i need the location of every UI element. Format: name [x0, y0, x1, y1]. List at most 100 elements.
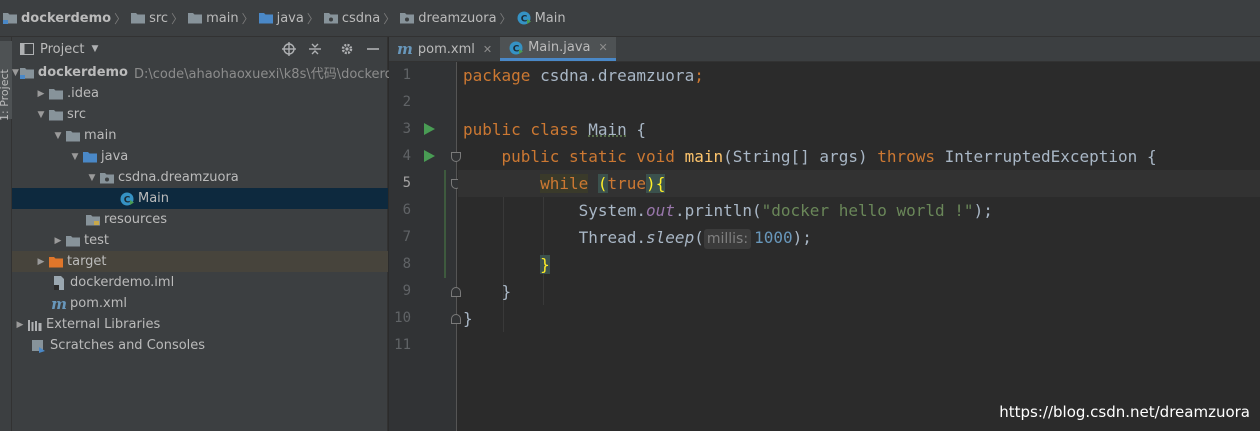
- project-panel: Project ▼ ▼ dockerdemo D:\code\ahaohaoxu…: [12, 37, 422, 431]
- collapse-icon[interactable]: [307, 41, 323, 57]
- breadcrumb-item-csdna[interactable]: csdna: [323, 8, 380, 28]
- code-line-8: }: [540, 255, 550, 274]
- tree-item-label: Scratches and Consoles: [50, 338, 206, 353]
- breadcrumb-item-main[interactable]: main: [187, 8, 239, 28]
- tree-item-external-libraries[interactable]: ▶ External Libraries: [12, 314, 388, 335]
- tree-item-path: D:\code\ahaohaoxuexi\k8s\代码\dockerdemo: [134, 67, 422, 82]
- java-class-icon: C: [509, 41, 524, 54]
- breadcrumb-item-dreamzuora[interactable]: dreamzuora: [399, 8, 497, 28]
- code-line-9: }: [501, 282, 512, 301]
- gear-icon[interactable]: [339, 41, 355, 57]
- line-number: 9: [402, 283, 411, 299]
- expand-arrow-icon[interactable]: ▼: [68, 152, 82, 162]
- tree-item-test[interactable]: ▶ test: [12, 230, 388, 251]
- java-class-icon: C: [119, 192, 135, 206]
- tree-item-main-folder[interactable]: ▼ main: [12, 125, 388, 146]
- module-folder-icon: [19, 66, 35, 80]
- tab-main-java[interactable]: C Main.java ✕: [500, 37, 616, 61]
- tree-item-main-class[interactable]: C Main: [12, 188, 388, 209]
- resources-folder-icon: [85, 213, 101, 227]
- tree-item-pom[interactable]: m pom.xml: [12, 293, 388, 314]
- libraries-icon: [27, 318, 43, 332]
- line-number: 3: [402, 121, 411, 137]
- change-marker: [444, 170, 446, 278]
- maven-icon: m: [51, 294, 67, 313]
- line-number: 6: [402, 202, 411, 218]
- tree-item-label: main: [84, 128, 117, 143]
- tab-pom-xml[interactable]: m pom.xml ✕: [389, 37, 500, 61]
- project-tool-tab[interactable]: 1: Project: [0, 41, 12, 121]
- line-number: 1: [402, 67, 411, 83]
- run-class-icon[interactable]: [424, 123, 435, 135]
- tree-item-dockerdemo[interactable]: ▼ dockerdemo D:\code\ahaohaoxuexi\k8s\代码…: [12, 62, 422, 83]
- watermark: https://blog.csdn.net/dreamzuora: [999, 403, 1250, 421]
- run-main-icon[interactable]: [424, 150, 435, 162]
- project-view-icon: [20, 43, 34, 55]
- breadcrumb-item-src[interactable]: src: [130, 8, 168, 28]
- parameter-hint: millis:: [703, 229, 752, 249]
- tool-window-strip: 1: Project: [0, 37, 12, 431]
- project-panel-header: Project ▼: [12, 37, 387, 61]
- locate-icon[interactable]: [281, 41, 297, 57]
- tree-item-label: resources: [104, 212, 168, 227]
- svg-text:C: C: [124, 195, 131, 205]
- svg-text:C: C: [520, 15, 527, 25]
- expand-arrow-icon[interactable]: ▼: [85, 173, 99, 183]
- hide-icon[interactable]: [365, 41, 381, 57]
- tree-item-target[interactable]: ▶ target: [12, 251, 388, 272]
- breadcrumb-item-main-class[interactable]: C Main: [516, 8, 566, 28]
- tree-item-label: test: [84, 233, 109, 248]
- tree-item-java[interactable]: ▼ java: [12, 146, 388, 167]
- collapse-arrow-icon[interactable]: ▶: [13, 320, 27, 330]
- tree-item-iml[interactable]: dockerdemo.iml: [12, 272, 388, 293]
- tree-item-package[interactable]: ▼ csdna.dreamzuora: [12, 167, 388, 188]
- collapse-arrow-icon[interactable]: ▶: [51, 236, 65, 246]
- tree-item-src[interactable]: ▼ src: [12, 104, 388, 125]
- collapse-arrow-icon[interactable]: ▶: [34, 257, 48, 267]
- expand-arrow-icon[interactable]: ▼: [51, 131, 65, 141]
- tree-item-label: External Libraries: [46, 317, 161, 332]
- excluded-folder-icon: [48, 255, 64, 269]
- breadcrumb-item-java[interactable]: java: [258, 8, 304, 28]
- chevron-down-icon: ▼: [91, 44, 99, 54]
- tree-item-label: java: [101, 149, 129, 164]
- package-folder-icon: [323, 13, 338, 24]
- folder-icon: [131, 13, 146, 24]
- project-view-selector[interactable]: Project ▼: [20, 42, 98, 57]
- code-editor[interactable]: package csdna.dreamzuora; public class M…: [458, 62, 1260, 431]
- tree-item-scratches[interactable]: Scratches and Consoles: [12, 335, 388, 356]
- source-folder-icon: [82, 150, 98, 164]
- tree-item-idea[interactable]: ▶ .idea: [12, 83, 388, 104]
- tree-item-label: src: [67, 107, 86, 122]
- source-folder-icon: [258, 13, 273, 24]
- breadcrumb-separator: 〉: [171, 11, 184, 26]
- tree-item-label: .idea: [67, 86, 99, 101]
- tree-item-resources[interactable]: resources: [12, 209, 388, 230]
- code-line-5: while (true){: [458, 170, 1260, 197]
- close-icon[interactable]: ✕: [483, 43, 492, 56]
- expand-arrow-icon[interactable]: ▼: [12, 68, 19, 78]
- breadcrumb: dockerdemo 〉 src 〉 main 〉 java 〉 csdna 〉…: [0, 0, 1260, 37]
- iml-file-icon: [51, 275, 67, 290]
- line-number: 4: [402, 148, 411, 164]
- breadcrumb-separator: 〉: [241, 11, 254, 26]
- editor-tabs: m pom.xml ✕ C Main.java ✕: [389, 37, 1260, 62]
- maven-icon: m: [397, 40, 413, 58]
- breadcrumb-separator: 〉: [114, 11, 127, 26]
- breadcrumb-item-dockerdemo[interactable]: dockerdemo: [2, 8, 111, 28]
- collapse-arrow-icon[interactable]: ▶: [34, 89, 48, 99]
- tree-item-label: dockerdemo.iml: [70, 275, 175, 290]
- editor-gutter: 1 2 3 4 5 6 7 8 9 10 11: [389, 62, 461, 431]
- expand-arrow-icon[interactable]: ▼: [34, 110, 48, 120]
- breadcrumb-separator: 〉: [383, 11, 396, 26]
- module-folder-icon: [3, 13, 17, 24]
- line-number: 8: [402, 256, 411, 272]
- folder-icon: [65, 129, 81, 143]
- close-icon[interactable]: ✕: [598, 41, 607, 54]
- tree-item-label: Main: [138, 191, 170, 206]
- folder-icon: [65, 234, 81, 248]
- line-number: 7: [402, 229, 411, 245]
- code-line-3: public class Main {: [463, 120, 647, 139]
- folder-icon: [48, 87, 64, 101]
